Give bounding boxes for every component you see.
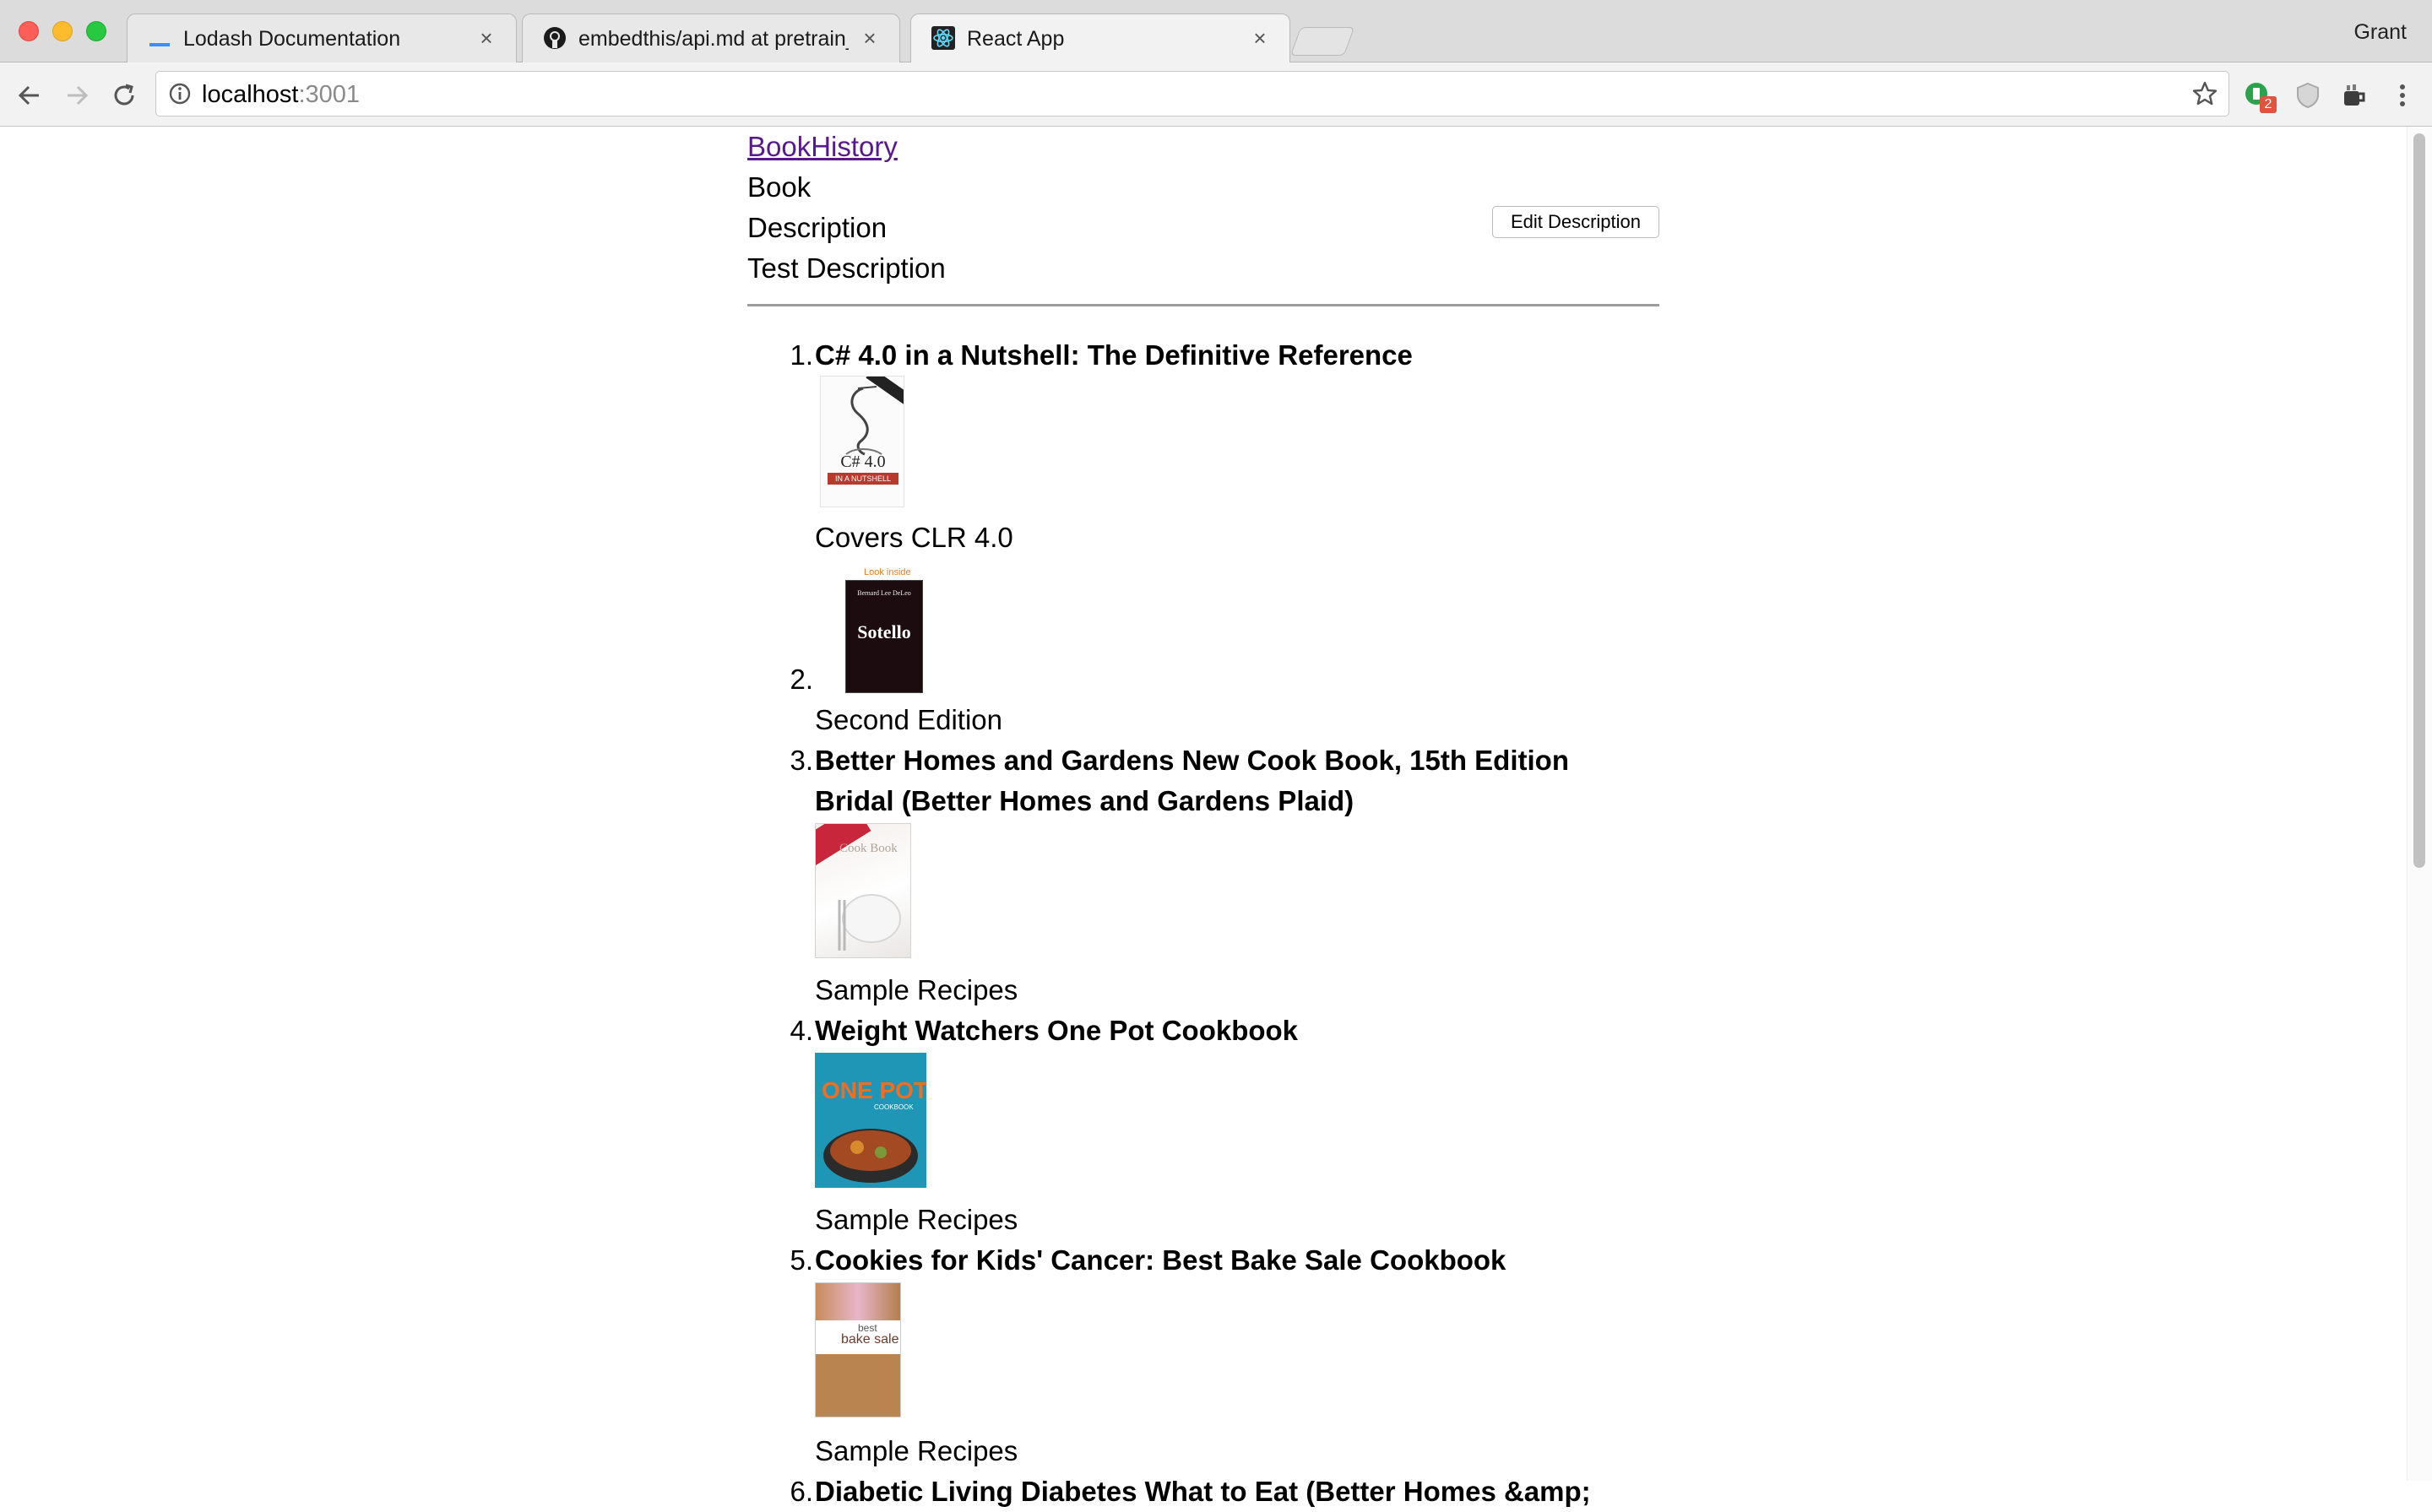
book-title: C# 4.0 in a Nutshell: The Definitive Ref… xyxy=(815,339,1413,371)
extension-grammarly[interactable]: 2 xyxy=(2243,79,2277,113)
divider xyxy=(747,304,1659,306)
close-tab-icon[interactable]: × xyxy=(1249,27,1271,49)
scrollbar-thumb[interactable] xyxy=(2413,133,2425,868)
list-item: 4. Weight Watchers One Pot Cookbook ONE … xyxy=(747,1011,1659,1240)
github-icon xyxy=(544,27,566,49)
cover-author: Bernard Lee DeLeo xyxy=(857,589,911,597)
browser-toolbar: localhost:3001 2 xyxy=(0,62,2432,127)
scrollbar[interactable] xyxy=(2407,127,2432,1481)
item-number: 1. xyxy=(790,339,813,371)
lodash-icon xyxy=(149,43,170,46)
extension-badge: 2 xyxy=(2260,96,2277,113)
description-text: Test Description xyxy=(747,252,946,284)
book-title: Better Homes and Gardens New Cook Book, … xyxy=(815,745,1569,816)
tab-title: Lodash Documentation xyxy=(183,27,401,51)
book-title: Weight Watchers One Pot Cookbook xyxy=(815,1015,1299,1046)
list-item: 2. Look inside Bernard Lee DeLeo Sotello… xyxy=(747,558,1659,740)
react-icon xyxy=(931,26,955,50)
item-number: 3. xyxy=(790,745,813,776)
address-bar[interactable]: localhost:3001 xyxy=(155,71,2229,117)
cup-icon[interactable] xyxy=(2337,79,2370,111)
book-cover-image: best bake sale xyxy=(815,1282,901,1417)
list-item: 5. Cookies for Kids' Cancer: Best Bake S… xyxy=(747,1240,1659,1471)
reload-icon[interactable] xyxy=(108,79,140,111)
bookmark-star-icon[interactable] xyxy=(2191,80,2218,107)
item-number: 6. xyxy=(790,1476,813,1507)
book-heading: Book xyxy=(747,171,812,203)
book-description: Second Edition xyxy=(815,704,1002,735)
tab-lodash[interactable]: Lodash Documentation × xyxy=(127,14,517,62)
cover-photo-top xyxy=(816,1283,900,1320)
shield-icon[interactable] xyxy=(2292,79,2324,111)
tab-title: embedthis/api.md at pretrain_e xyxy=(578,27,849,51)
book-cover-image: ONE POT COOKBOOK xyxy=(815,1053,926,1188)
url-host: localhost xyxy=(202,81,299,108)
profile-name[interactable]: Grant xyxy=(2353,20,2407,45)
cover-subtitle: IN A NUTSHELL xyxy=(828,473,898,485)
tab-github[interactable]: embedthis/api.md at pretrain_e × xyxy=(522,14,900,62)
main-content: BookHistory Book Description Test Descri… xyxy=(747,127,1659,1512)
more-menu-icon[interactable] xyxy=(2386,79,2418,111)
book-description: Sample Recipes xyxy=(815,1204,1018,1235)
item-number: 2. xyxy=(790,664,813,695)
cover-title: Sotello xyxy=(857,621,911,642)
item-number: 4. xyxy=(790,1015,813,1046)
back-arrow-icon[interactable] xyxy=(14,79,46,111)
book-description: Sample Recipes xyxy=(815,974,1018,1005)
close-tab-icon[interactable]: × xyxy=(859,27,881,49)
tab-react-app[interactable]: React App × xyxy=(910,14,1290,63)
url-text: localhost:3001 xyxy=(202,80,360,109)
page-viewport: BookHistory Book Description Test Descri… xyxy=(0,127,2432,1507)
forward-arrow-icon[interactable] xyxy=(61,79,93,111)
edit-description-button[interactable]: Edit Description xyxy=(1492,206,1659,238)
stew-pot-icon xyxy=(823,1129,918,1183)
tab-strip: Lodash Documentation × embedthis/api.md … xyxy=(0,0,2432,63)
tab-title: React App xyxy=(967,27,1065,51)
cover-title: C# 4.0 xyxy=(840,453,886,471)
book-cover-image: Cook Book xyxy=(815,823,911,958)
cover-dark-panel: Bernard Lee DeLeo Sotello xyxy=(845,580,923,693)
cover-photo-bottom xyxy=(816,1354,900,1417)
minimize-window-button[interactable] xyxy=(52,21,73,41)
brand-link[interactable]: BookHistory xyxy=(747,131,898,162)
close-tab-icon[interactable]: × xyxy=(475,27,497,49)
zoom-window-button[interactable] xyxy=(86,21,106,41)
list-item: 1. C# 4.0 in a Nutshell: The Definitive … xyxy=(747,335,1659,558)
look-inside-badge: Look inside xyxy=(864,567,911,577)
book-title: Diabetic Living Diabetes What to Eat (Be… xyxy=(815,1476,1591,1507)
list-item: 6. Diabetic Living Diabetes What to Eat … xyxy=(747,1471,1659,1512)
book-cover-image: Look inside Bernard Lee DeLeo Sotello xyxy=(845,566,923,693)
book-description: Sample Recipes xyxy=(815,1435,1018,1466)
url-port: :3001 xyxy=(298,81,361,108)
heron-illustration-icon xyxy=(845,386,882,456)
new-tab-button[interactable] xyxy=(1289,27,1355,56)
book-list: 1. C# 4.0 in a Nutshell: The Definitive … xyxy=(747,335,1659,1512)
list-item: 3. Better Homes and Gardens New Cook Boo… xyxy=(747,740,1659,1011)
place-setting-icon xyxy=(838,894,901,951)
close-window-button[interactable] xyxy=(19,21,39,41)
book-description: Covers CLR 4.0 xyxy=(815,522,1013,553)
info-icon[interactable] xyxy=(168,82,192,106)
cover-title: bake sale xyxy=(841,1332,899,1347)
item-number: 5. xyxy=(790,1244,813,1276)
book-title: Cookies for Kids' Cancer: Best Bake Sale… xyxy=(815,1244,1506,1276)
book-cover-image: C# 4.0 IN A NUTSHELL xyxy=(820,376,904,507)
